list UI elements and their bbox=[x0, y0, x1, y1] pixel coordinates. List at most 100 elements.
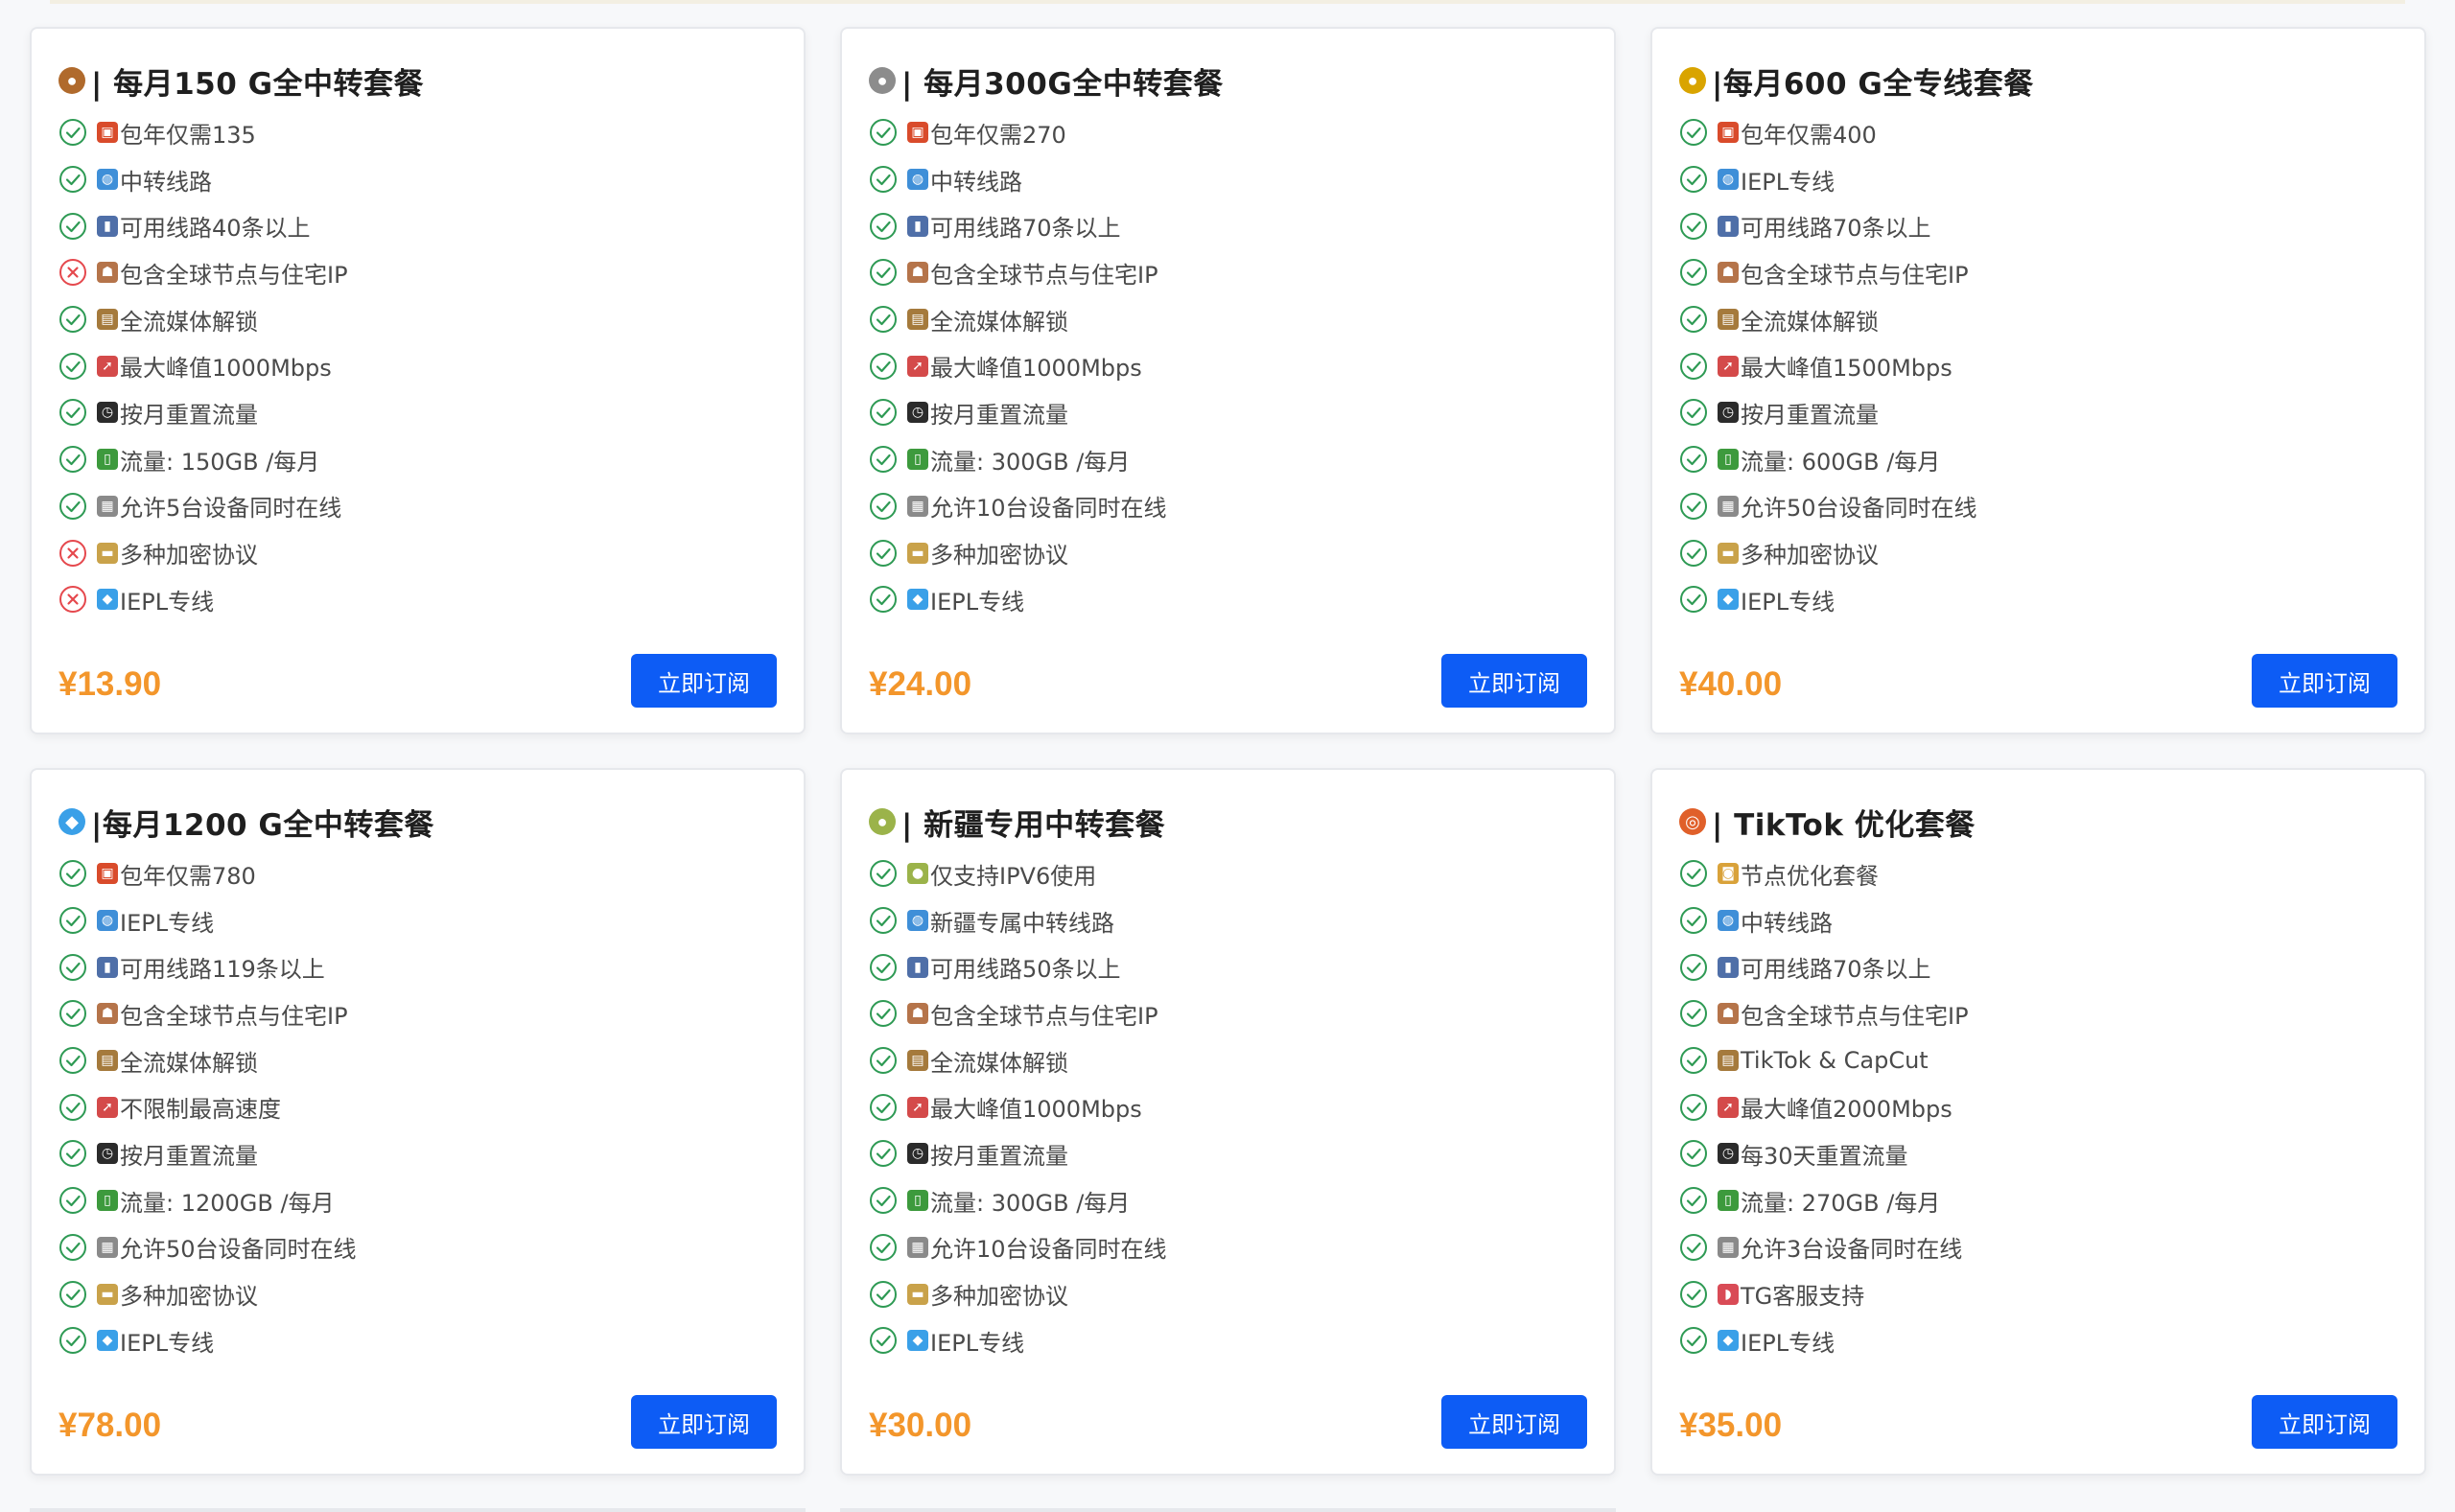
feature-item: ▬ 多种加密协议 bbox=[869, 1270, 1587, 1317]
feature-item: ▦ 允许50台设备同时在线 bbox=[58, 1224, 777, 1271]
media-icon: ▤ bbox=[97, 1050, 118, 1072]
check-circle-icon bbox=[1680, 1047, 1707, 1075]
feature-text: IEPL专线 bbox=[930, 588, 1025, 616]
feature-item: ▤ 全流媒体解锁 bbox=[58, 296, 777, 343]
globe-icon: ◍ bbox=[907, 910, 928, 932]
diamond-icon: ◆ bbox=[58, 808, 85, 835]
subscribe-button[interactable]: 立即订阅 bbox=[2252, 1395, 2397, 1449]
rocket-icon: ➚ bbox=[1718, 355, 1739, 377]
plan-title: | 新疆专用中转套餐 bbox=[901, 807, 1166, 843]
feature-item: ▣ 包年仅需780 bbox=[58, 850, 777, 897]
feature-item: ▦ 允许10台设备同时在线 bbox=[869, 483, 1587, 530]
feature-text: 最大峰值1000Mbps bbox=[120, 355, 332, 383]
rocket-icon: ➚ bbox=[97, 1096, 118, 1118]
bronze-medal-icon: ● bbox=[58, 67, 85, 94]
device-icon: ▦ bbox=[907, 495, 928, 517]
feature-text: 允许50台设备同时在线 bbox=[1741, 495, 1977, 523]
check-circle-icon bbox=[1680, 399, 1707, 427]
watch-icon: ◷ bbox=[907, 1143, 928, 1165]
feature-text: IEPL专线 bbox=[1741, 1329, 1835, 1357]
feature-text: 包含全球节点与住宅IP bbox=[1741, 261, 1969, 289]
signal-icon: ▮ bbox=[1718, 956, 1739, 978]
check-circle-icon bbox=[1680, 212, 1707, 240]
check-circle-icon bbox=[1680, 586, 1707, 614]
check-circle-icon bbox=[870, 953, 897, 981]
feature-text: 流量: 150GB /每月 bbox=[120, 448, 320, 476]
check-circle-icon bbox=[1680, 1000, 1707, 1028]
globe-icon: ◍ bbox=[97, 169, 118, 191]
signal-icon: ▮ bbox=[97, 956, 118, 978]
feature-item: ➚ 最大峰值2000Mbps bbox=[1679, 1083, 2397, 1130]
feature-item: ◆ IEPL专线 bbox=[58, 1317, 777, 1364]
feature-text: 允许10台设备同时在线 bbox=[930, 1236, 1167, 1264]
feature-text: 多种加密协议 bbox=[930, 542, 1068, 570]
battery-icon: ▯ bbox=[1718, 449, 1739, 471]
check-circle-icon bbox=[870, 860, 897, 888]
check-circle-icon bbox=[1680, 306, 1707, 334]
plan-price: ¥40.00 bbox=[1679, 665, 1783, 703]
check-circle-icon bbox=[59, 1093, 86, 1121]
plans-grid: ● | 每月150 G全中转套餐 ▣ 包年仅需135 ◍ 中转线路 ▮ 可用线路40条以上… bbox=[30, 27, 2426, 1476]
check-circle-icon bbox=[59, 212, 86, 240]
feature-text: 可用线路40条以上 bbox=[120, 215, 311, 243]
card-icon: ▬ bbox=[97, 542, 118, 564]
check-circle-icon bbox=[59, 306, 86, 334]
diamond-icon: ◆ bbox=[1718, 589, 1739, 611]
subscribe-button[interactable]: 立即订阅 bbox=[1441, 654, 1587, 708]
battery-icon: ▯ bbox=[97, 1190, 118, 1212]
subscribe-button[interactable]: 立即订阅 bbox=[631, 654, 777, 708]
next-card-edge bbox=[30, 1508, 806, 1512]
battery-icon: ▯ bbox=[1718, 1190, 1739, 1212]
plan-price: ¥35.00 bbox=[1679, 1407, 1783, 1444]
check-circle-icon bbox=[870, 352, 897, 380]
feature-text: TikTok & CapCut bbox=[1741, 1047, 1929, 1075]
check-circle-icon bbox=[59, 907, 86, 935]
feature-item: ▦ 允许10台设备同时在线 bbox=[869, 1224, 1587, 1271]
check-circle-icon bbox=[870, 1327, 897, 1355]
subscribe-button[interactable]: 立即订阅 bbox=[631, 1395, 777, 1449]
device-icon: ▦ bbox=[97, 495, 118, 517]
feature-text: 多种加密协议 bbox=[120, 1283, 258, 1311]
feature-text: 按月重置流量 bbox=[930, 401, 1068, 429]
feature-text: 全流媒体解锁 bbox=[120, 1049, 258, 1077]
beer-icon: ◙ bbox=[1718, 863, 1739, 885]
check-circle-icon bbox=[870, 1093, 897, 1121]
feature-list: ▣ 包年仅需780 ◍ IEPL专线 ▮ 可用线路119条以上 ☗ 包含全球节点与住宅IP ▤ 全… bbox=[58, 850, 777, 1364]
feature-text: 多种加密协议 bbox=[120, 542, 258, 570]
feature-text: 允许10台设备同时在线 bbox=[930, 495, 1167, 523]
feature-item: ▮ 可用线路50条以上 bbox=[869, 943, 1587, 990]
watch-icon: ◷ bbox=[97, 402, 118, 424]
feature-text: 中转线路 bbox=[1741, 909, 1833, 937]
feature-text: 包含全球节点与住宅IP bbox=[930, 261, 1158, 289]
feature-text: 包含全球节点与住宅IP bbox=[1741, 1002, 1969, 1030]
check-circle-icon bbox=[870, 212, 897, 240]
plan-title: | 每月150 G全中转套餐 bbox=[91, 66, 425, 102]
rocket-icon: ➚ bbox=[907, 355, 928, 377]
check-circle-icon bbox=[1680, 119, 1707, 147]
check-circle-icon bbox=[59, 1233, 86, 1261]
diamond-icon: ◆ bbox=[1718, 1330, 1739, 1352]
feature-item: ▯ 流量: 150GB /每月 bbox=[58, 436, 777, 483]
cross-circle-icon bbox=[59, 586, 86, 614]
family-icon: ☗ bbox=[97, 1003, 118, 1025]
feature-text: 包含全球节点与住宅IP bbox=[930, 1002, 1158, 1030]
feature-list: ● 仅支持IPV6使用 ◍ 新疆专属中转线路 ▮ 可用线路50条以上 ☗ 包含全球节点与住宅I… bbox=[869, 850, 1587, 1364]
family-icon: ☗ bbox=[1718, 1003, 1739, 1025]
check-circle-icon bbox=[870, 446, 897, 474]
feature-text: 流量: 300GB /每月 bbox=[930, 1189, 1131, 1217]
subscribe-button[interactable]: 立即订阅 bbox=[1441, 1395, 1587, 1449]
feature-list: ▣ 包年仅需400 ◍ IEPL专线 ▮ 可用线路70条以上 ☗ 包含全球节点与住宅IP ▤ 全流… bbox=[1679, 109, 2397, 623]
feature-item: ▤ TikTok & CapCut bbox=[1679, 1037, 2397, 1084]
feature-item: ▤ 全流媒体解锁 bbox=[869, 1037, 1587, 1084]
media-icon: ▤ bbox=[1718, 309, 1739, 331]
globe-icon: ◍ bbox=[1718, 169, 1739, 191]
feature-text: 可用线路70条以上 bbox=[1741, 215, 1931, 243]
watch-icon: ◷ bbox=[1718, 1143, 1739, 1165]
media-icon: ▤ bbox=[907, 1050, 928, 1072]
plan-card-1: ● | 每月150 G全中转套餐 ▣ 包年仅需135 ◍ 中转线路 ▮ 可用线路40条以上… bbox=[30, 27, 806, 734]
check-circle-icon bbox=[59, 1140, 86, 1168]
family-icon: ☗ bbox=[907, 262, 928, 284]
gift-icon: ▣ bbox=[907, 122, 928, 144]
subscribe-button[interactable]: 立即订阅 bbox=[2252, 654, 2397, 708]
feature-text: 允许50台设备同时在线 bbox=[120, 1236, 357, 1264]
